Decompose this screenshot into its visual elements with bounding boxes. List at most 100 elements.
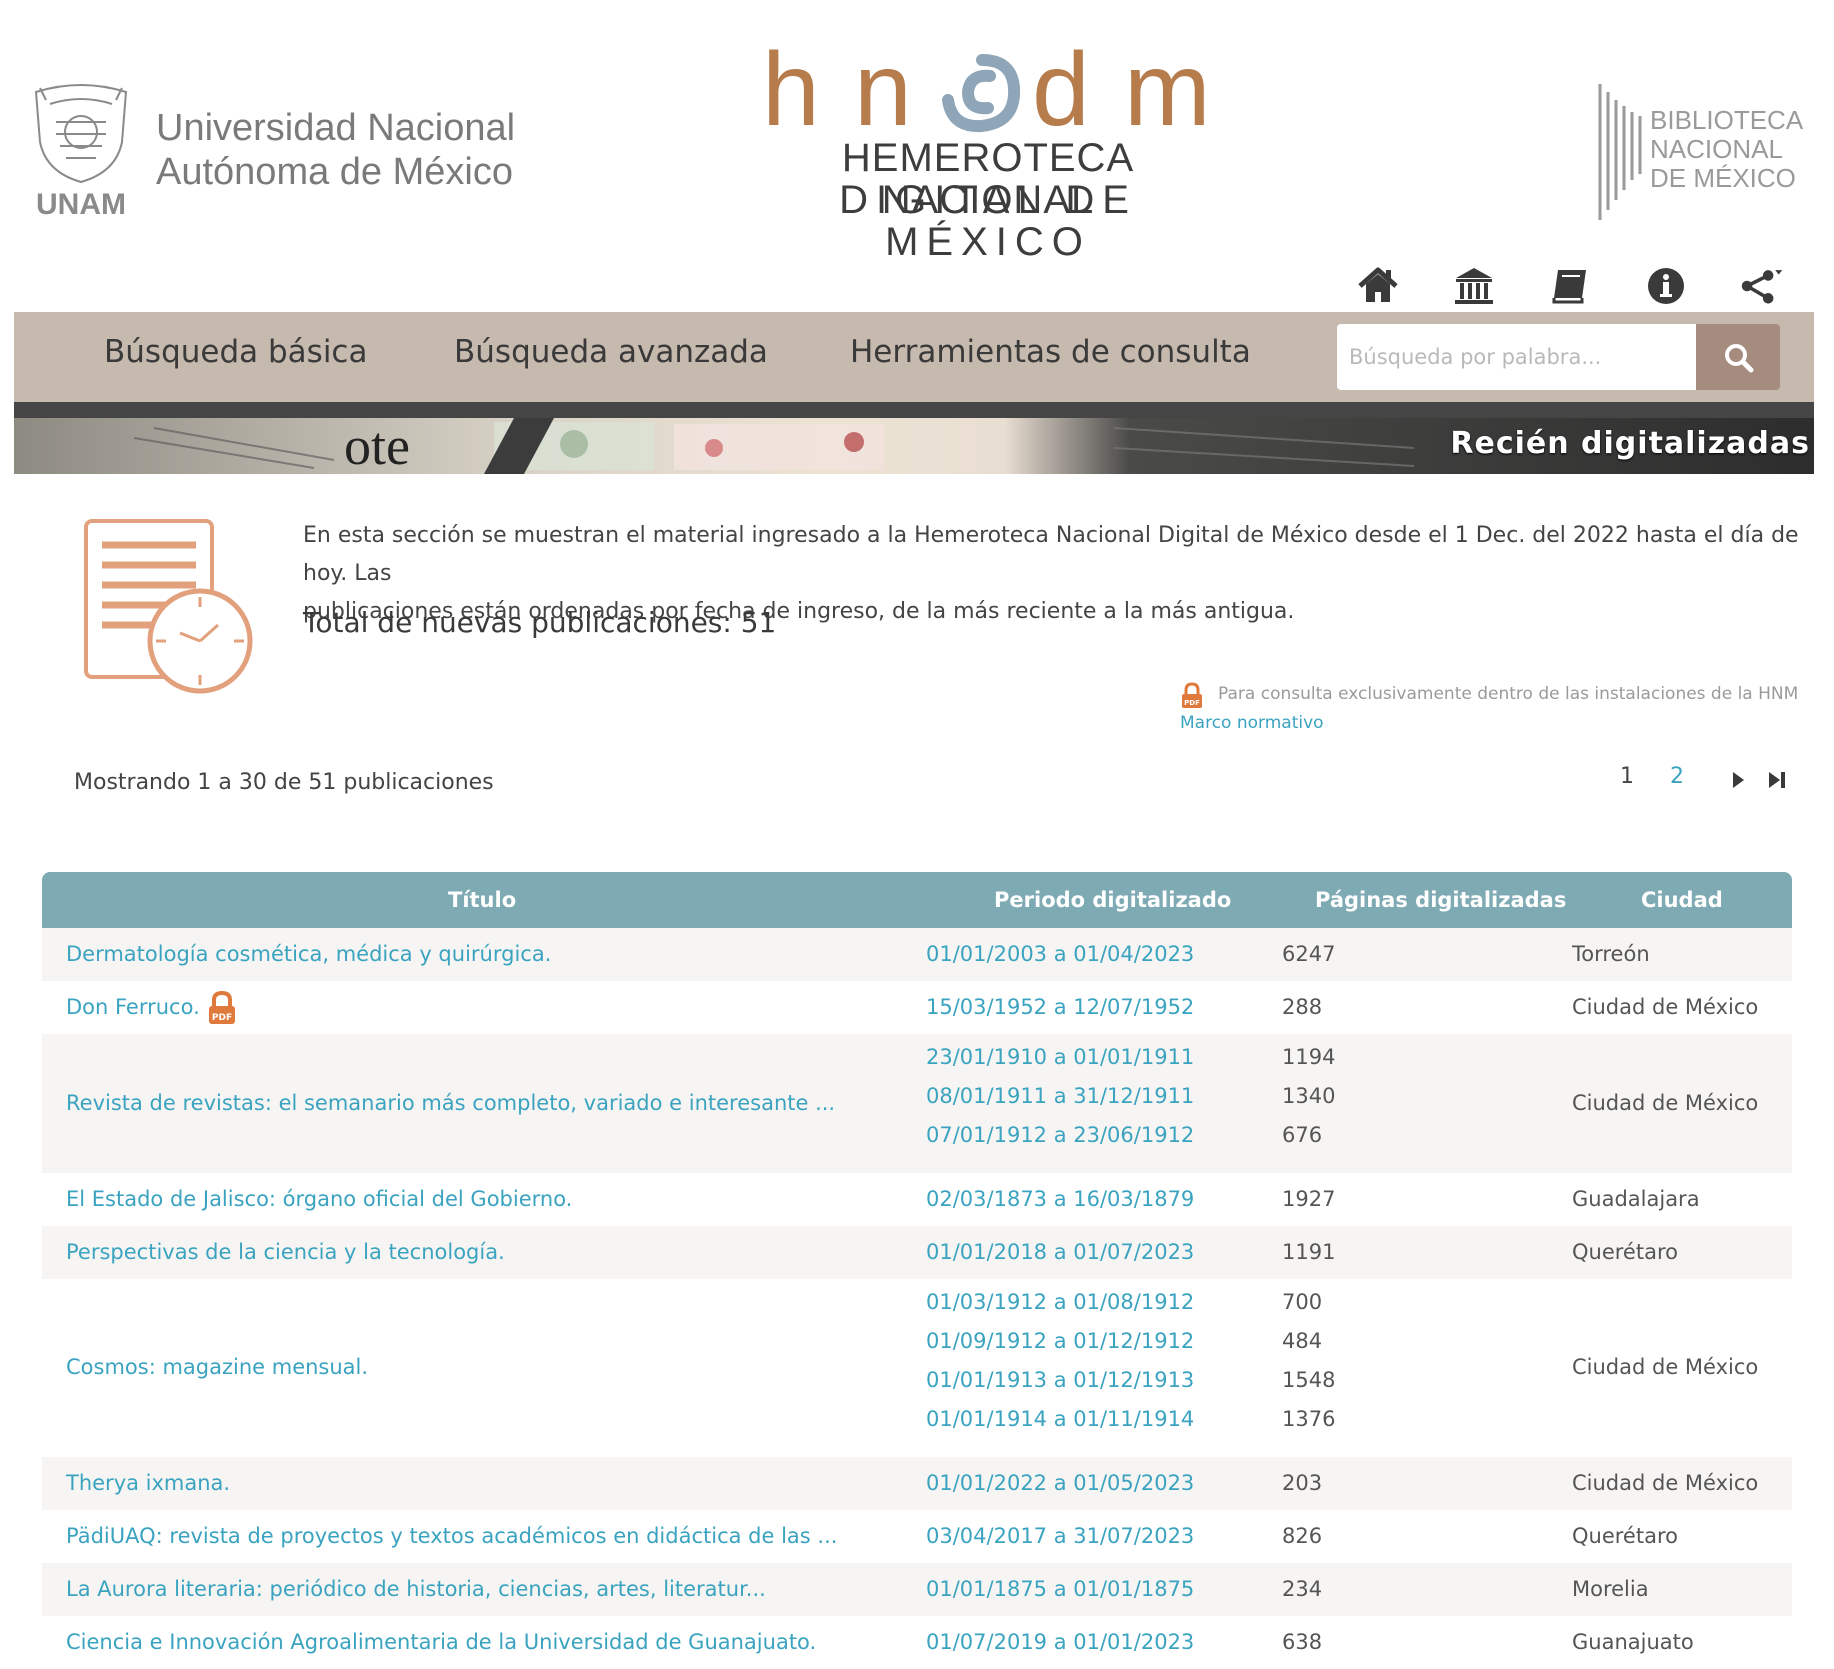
publication-city: Ciudad de México xyxy=(1572,1355,1759,1379)
digitized-period-link[interactable]: 03/04/2017 a 31/07/2023 xyxy=(926,1524,1194,1548)
digitized-period-link[interactable]: 01/01/1913 a 01/12/1913 xyxy=(926,1368,1194,1392)
publication-city: Ciudad de México xyxy=(1572,994,1759,1019)
svg-text:PDF: PDF xyxy=(1184,699,1200,707)
header-city[interactable]: Ciudad xyxy=(1641,888,1723,912)
book-icon[interactable] xyxy=(1548,264,1592,308)
table-row: La Aurora literaria: periódico de histor… xyxy=(42,1563,1792,1616)
digitized-pages: 1194 xyxy=(1282,1045,1336,1069)
table-row: Revista de revistas: el semanario más co… xyxy=(42,1034,1792,1173)
digitized-period-link[interactable]: 23/01/1910 a 01/01/1911 xyxy=(926,1045,1194,1069)
unam-name-line2: Autónoma de México xyxy=(156,151,513,193)
hndm-letter-m: m xyxy=(1124,32,1211,140)
publication-title-link[interactable]: Revista de revistas: el semanario más co… xyxy=(66,1091,835,1115)
digitized-pages: 288 xyxy=(1282,994,1323,1019)
digitized-pages: 638 xyxy=(1282,1629,1323,1654)
home-icon[interactable] xyxy=(1356,264,1400,308)
table-row: Don Ferruco. PDF Ciudad de México 15/03/195… xyxy=(42,981,1792,1034)
digitized-pages: 1927 xyxy=(1282,1186,1336,1211)
digitized-pages: 1376 xyxy=(1282,1407,1336,1431)
digitized-period-link[interactable]: 01/01/2022 a 01/05/2023 xyxy=(926,1471,1194,1495)
institution-icon[interactable] xyxy=(1452,264,1496,308)
nav-divider xyxy=(14,402,1814,418)
total-publications: Total de nuevas publicaciones: 51 xyxy=(303,606,777,639)
digitized-pages: 826 xyxy=(1282,1523,1323,1548)
unam-abbrev: UNAM xyxy=(36,188,126,221)
unam-name: Universidad Nacional Autónoma de México xyxy=(156,106,515,194)
digitized-period-link[interactable]: 01/09/1912 a 01/12/1912 xyxy=(926,1329,1194,1353)
lock-pdf-icon: PDF xyxy=(1182,682,1202,708)
search-button[interactable] xyxy=(1696,324,1780,390)
hndm-logo[interactable]: h n d m xyxy=(762,30,1222,140)
search-input[interactable] xyxy=(1337,324,1697,390)
digitized-pages: 203 xyxy=(1282,1470,1323,1495)
digitized-period-link[interactable]: 08/01/1911 a 31/12/1911 xyxy=(926,1084,1194,1108)
section-banner: ote Recién digitalizadas xyxy=(14,418,1814,474)
hndm-swirl-icon xyxy=(942,54,1021,133)
digitized-period-link[interactable]: 07/01/1912 a 23/06/1912 xyxy=(926,1123,1194,1147)
publication-title-link[interactable]: PädiUAQ: revista de proyectos y textos a… xyxy=(66,1524,837,1548)
table-row: Cosmos: magazine mensual. Ciudad de Méxic… xyxy=(42,1279,1792,1457)
share-icon[interactable] xyxy=(1740,264,1784,308)
bnm-name: BIBLIOTECA NACIONAL DE MÉXICO xyxy=(1650,106,1803,193)
publication-city: Ciudad de México xyxy=(1572,1470,1759,1495)
publication-title-link[interactable]: Perspectivas de la ciencia y la tecnolog… xyxy=(66,1240,505,1264)
publication-city: Guadalajara xyxy=(1572,1186,1700,1211)
digitized-period-link[interactable]: 01/03/1912 a 01/08/1912 xyxy=(926,1290,1194,1314)
publication-city: Ciudad de México xyxy=(1572,1090,1759,1115)
table-header: Título Periodo digitalizado Páginas digi… xyxy=(42,872,1792,928)
digitized-pages: 676 xyxy=(1282,1123,1323,1147)
digitized-period-link[interactable]: 01/07/2019 a 01/01/2023 xyxy=(926,1630,1194,1654)
header-title[interactable]: Título xyxy=(448,888,516,912)
table-row: Perspectivas de la ciencia y la tecnolog… xyxy=(42,1226,1792,1279)
digitized-period-link[interactable]: 01/01/1914 a 01/11/1914 xyxy=(926,1407,1194,1431)
bnm-name-line1: BIBLIOTECA xyxy=(1650,105,1804,135)
next-page-icon[interactable] xyxy=(1730,770,1746,790)
digitized-pages: 1548 xyxy=(1282,1368,1336,1392)
digitized-period-link[interactable]: 01/01/2018 a 01/07/2023 xyxy=(926,1240,1194,1264)
publication-city: Morelia xyxy=(1572,1576,1649,1601)
digitized-pages: 1191 xyxy=(1282,1239,1336,1264)
digitized-pages: 1340 xyxy=(1282,1084,1336,1108)
hndm-letter-d: d xyxy=(1032,32,1090,140)
publication-title-link[interactable]: Dermatología cosmética, médica y quirúrg… xyxy=(66,942,551,966)
digitized-pages: 6247 xyxy=(1282,941,1336,966)
publication-city: Querétaro xyxy=(1572,1523,1678,1548)
publication-title-link[interactable]: Don Ferruco. xyxy=(66,995,200,1019)
intro-line1: En esta sección se muestran el material … xyxy=(303,523,1799,586)
nav-basic-search[interactable]: Búsqueda básica xyxy=(104,334,367,370)
digitized-pages: 700 xyxy=(1282,1290,1323,1314)
page-1-link[interactable]: 1 xyxy=(1620,764,1634,789)
bnm-name-line3: DE MÉXICO xyxy=(1650,163,1796,193)
nav-advanced-search[interactable]: Búsqueda avanzada xyxy=(454,334,768,370)
marco-normativo-link[interactable]: Marco normativo xyxy=(1180,713,1324,733)
last-page-icon[interactable] xyxy=(1766,770,1788,790)
publication-title-link[interactable]: La Aurora literaria: periódico de histor… xyxy=(66,1577,766,1601)
publication-title-link[interactable]: Therya ixmana. xyxy=(66,1471,230,1495)
digitized-period-link[interactable]: 01/01/2003 a 01/04/2023 xyxy=(926,942,1194,966)
publication-title-link[interactable]: Ciencia e Innovación Agroalimentaria de … xyxy=(66,1630,816,1654)
site-header: UNAM Universidad Nacional Autónoma de Mé… xyxy=(0,0,1834,304)
nav-reference-tools[interactable]: Herramientas de consulta xyxy=(850,334,1251,370)
publication-title-link[interactable]: El Estado de Jalisco: órgano oficial del… xyxy=(66,1187,572,1211)
digitized-period-link[interactable]: 02/03/1873 a 16/03/1879 xyxy=(926,1187,1194,1211)
bnm-name-line2: NACIONAL xyxy=(1650,134,1783,164)
results-count: Mostrando 1 a 30 de 51 publicaciones xyxy=(74,770,494,795)
digitized-pages: 484 xyxy=(1282,1329,1323,1353)
table-row: Therya ixmana. Ciudad de México 01/01/2022… xyxy=(42,1457,1792,1510)
publication-title-link[interactable]: Cosmos: magazine mensual. xyxy=(66,1355,368,1379)
hndm-letter-n: n xyxy=(854,32,912,140)
restricted-access-note: Para consulta exclusivamente dentro de l… xyxy=(1218,684,1799,704)
digitized-period-link[interactable]: 01/01/1875 a 01/01/1875 xyxy=(926,1577,1194,1601)
info-icon[interactable] xyxy=(1644,264,1688,308)
page-2-link[interactable]: 2 xyxy=(1670,764,1684,789)
header-pages[interactable]: Páginas digitalizadas xyxy=(1315,888,1566,912)
caret-down-icon xyxy=(1775,270,1783,275)
digitized-period-link[interactable]: 15/03/1952 a 12/07/1952 xyxy=(926,995,1194,1019)
unam-crest-logo[interactable]: UNAM xyxy=(26,82,136,222)
table-row: Dermatología cosmética, médica y quirúrg… xyxy=(42,928,1792,981)
header-period[interactable]: Periodo digitalizado xyxy=(994,888,1231,912)
svg-text:PDF: PDF xyxy=(212,1013,232,1023)
document-clock-icon xyxy=(84,519,253,694)
hndm-letter-h: h xyxy=(762,32,820,140)
svg-text:ote: ote xyxy=(344,418,410,474)
